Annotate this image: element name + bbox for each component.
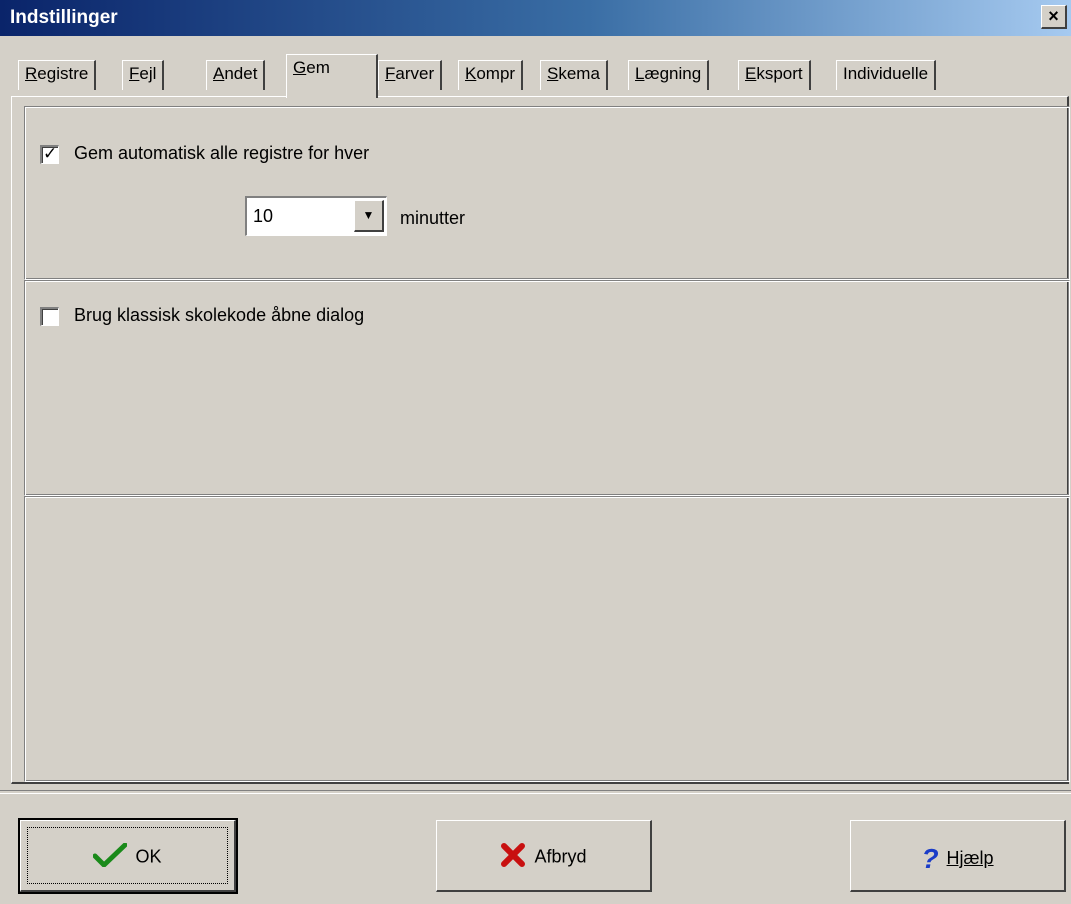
help-label: Hjælp: [946, 847, 994, 868]
tab-individuelle[interactable]: Individuelle: [836, 60, 937, 90]
help-button[interactable]: ? Hjælp: [850, 820, 1066, 892]
cross-icon: [500, 843, 526, 872]
tab-label: Fejl: [129, 64, 157, 83]
tab-label: Skema: [547, 64, 600, 83]
tab-label: Individuelle: [843, 64, 929, 83]
checkmark-icon: ✓: [43, 144, 58, 163]
tab-label: Kompr: [465, 64, 516, 83]
tab-andet[interactable]: Andet: [206, 60, 266, 90]
interval-unit-label: minutter: [400, 208, 466, 228]
autosave-label: Gem automatisk alle registre for hver: [74, 143, 370, 163]
cancel-label: Afbryd: [534, 846, 587, 867]
cancel-button[interactable]: Afbryd: [436, 820, 652, 892]
tab-label: Eksport: [745, 64, 803, 83]
chevron-down-icon: ▼: [362, 208, 375, 222]
tab-gem[interactable]: Gem: [286, 54, 378, 98]
tab-kompr[interactable]: Kompr: [458, 60, 524, 90]
tab-label: Farver: [385, 64, 435, 83]
tab-strip: Registre Fejl Andet Gem Farver Kompr Ske…: [10, 38, 1071, 98]
classic-dialog-checkbox[interactable]: [40, 307, 59, 326]
tab-eksport[interactable]: Eksport: [738, 60, 811, 90]
tab-farver[interactable]: Farver: [378, 60, 443, 90]
close-button[interactable]: ×: [1041, 5, 1067, 29]
interval-value: 10: [253, 206, 274, 226]
interval-select[interactable]: 10 ▼: [245, 196, 387, 236]
close-icon: ×: [1048, 6, 1059, 26]
tab-fejl[interactable]: Fejl: [122, 60, 165, 90]
question-mark-icon: ?: [921, 843, 939, 874]
autosave-group: [24, 106, 1070, 280]
autosave-checkbox[interactable]: ✓: [40, 144, 59, 164]
tab-label: Andet: [213, 64, 258, 83]
tab-registre[interactable]: Registre: [18, 60, 97, 90]
title-bar[interactable]: Indstillinger ×: [0, 0, 1071, 36]
classic-dialog-label: Brug klassisk skolekode åbne dialog: [74, 305, 365, 325]
dropdown-button[interactable]: ▼: [354, 200, 384, 232]
window-title: Indstillinger: [10, 7, 118, 28]
tab-label: Gem: [293, 58, 330, 77]
tab-skema[interactable]: Skema: [540, 60, 608, 90]
checkmark-icon: [92, 842, 128, 872]
empty-group: [24, 496, 1070, 782]
ok-button[interactable]: OK: [18, 818, 238, 894]
tab-label: Lægning: [635, 64, 702, 83]
footer-divider: [0, 790, 1071, 794]
tab-laegning[interactable]: Lægning: [628, 60, 710, 90]
ok-label: OK: [135, 846, 162, 867]
tab-label: Registre: [25, 64, 89, 83]
